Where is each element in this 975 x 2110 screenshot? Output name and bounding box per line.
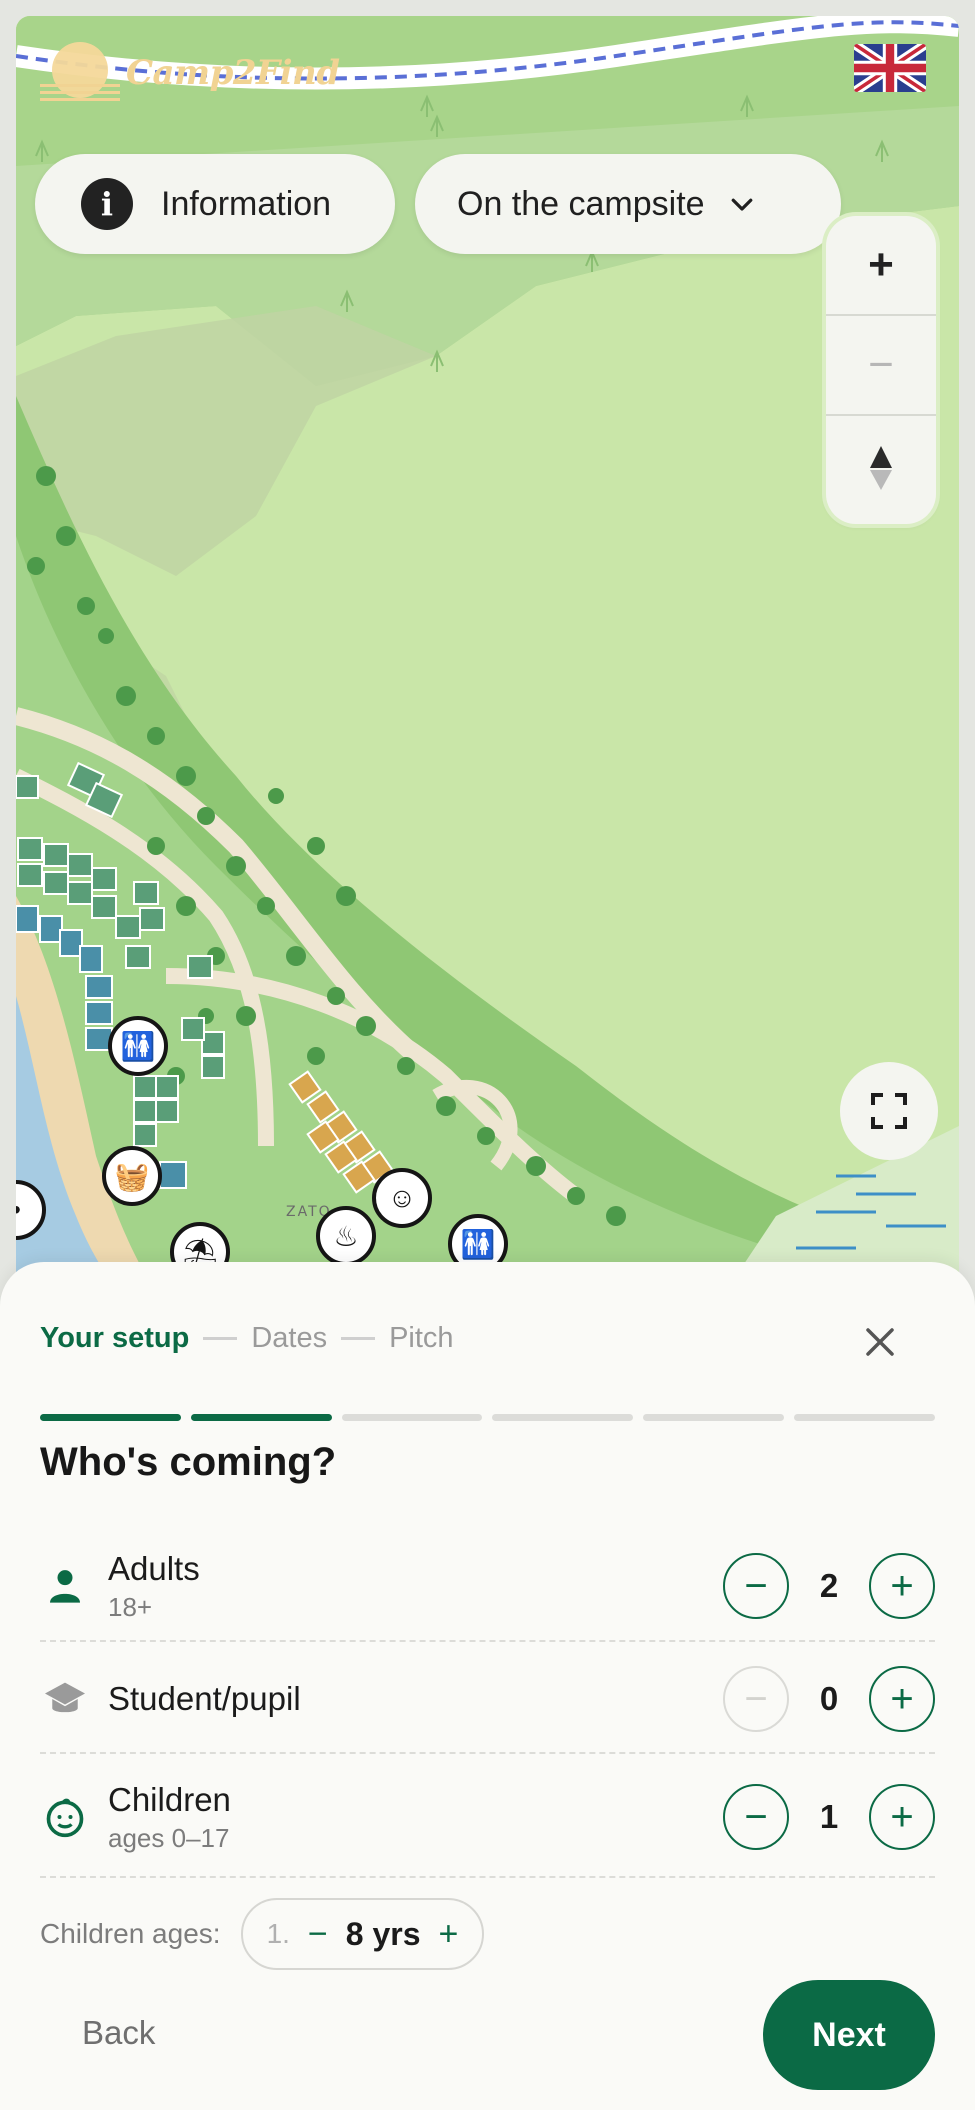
children-decrement-button[interactable]: − xyxy=(723,1784,789,1850)
progress-segment xyxy=(492,1414,634,1421)
guest-row-children: Children ages 0–17 − 1 + xyxy=(40,1760,935,1874)
zoom-out-button[interactable]: − xyxy=(826,316,936,416)
information-button[interactable]: i Information xyxy=(35,154,395,254)
row-divider xyxy=(40,1876,935,1878)
step-separator xyxy=(203,1337,238,1340)
area-dropdown-label: On the campsite xyxy=(457,184,705,223)
compass-button[interactable] xyxy=(826,416,936,520)
graduation-cap-icon xyxy=(40,1674,90,1724)
uk-flag-icon[interactable] xyxy=(854,44,926,92)
child-face-icon xyxy=(40,1792,90,1842)
guest-sublabel: 18+ xyxy=(108,1591,153,1622)
info-icon: i xyxy=(81,178,133,230)
row-divider xyxy=(40,1640,935,1642)
child-age-index: 1. xyxy=(266,1918,290,1949)
guest-label: Adults xyxy=(108,1549,200,1587)
close-icon xyxy=(866,1328,894,1356)
area-dropdown[interactable]: On the campsite xyxy=(415,154,841,254)
children-ages-label: Children ages: xyxy=(40,1918,221,1949)
brand-wordmark: Camp2Find xyxy=(126,53,340,93)
child-age-value: 8 yrs xyxy=(345,1915,421,1952)
brand-logo[interactable]: Camp2Find xyxy=(40,38,340,108)
zoom-in-button[interactable]: + xyxy=(826,216,936,316)
information-label: Information xyxy=(161,184,332,223)
step-pitch[interactable]: Pitch xyxy=(389,1322,453,1355)
progress-segment xyxy=(40,1414,181,1421)
app-root: ZATO 🚻 🧺 ☺ 🚻 ♨ ⛱ • Camp2Find i xyxy=(0,0,975,2110)
children-increment-button[interactable]: + xyxy=(869,1784,935,1850)
progress-segment xyxy=(190,1414,332,1421)
guest-row-student-texts: Student/pupil xyxy=(108,1680,723,1718)
step-separator xyxy=(341,1337,376,1340)
guest-sublabel: ages 0–17 xyxy=(108,1822,230,1853)
map-bbq-poi-icon[interactable]: ♨ xyxy=(316,1206,376,1266)
compass-icon xyxy=(870,446,892,490)
children-stepper: − 1 + xyxy=(723,1784,935,1850)
child-age-decrement-button[interactable]: − xyxy=(308,1915,328,1954)
campsite-map[interactable]: ZATO 🚻 🧺 ☺ 🚻 ♨ ⛱ • Camp2Find i xyxy=(16,16,959,1306)
map-laundry-poi-icon[interactable]: 🧺 xyxy=(102,1146,162,1206)
booking-progress xyxy=(40,1414,935,1421)
student-increment-button[interactable]: + xyxy=(869,1666,935,1732)
guest-row-student: Student/pupil − 0 + xyxy=(40,1648,935,1750)
guest-row-adults: Adults 18+ − 2 + xyxy=(40,1534,935,1638)
step-dates[interactable]: Dates xyxy=(251,1322,327,1355)
student-stepper: − 0 + xyxy=(723,1666,935,1732)
fullscreen-button[interactable] xyxy=(840,1062,938,1160)
student-decrement-button[interactable]: − xyxy=(723,1666,789,1732)
map-kids-poi-icon[interactable]: ☺ xyxy=(372,1168,432,1228)
next-button[interactable]: Next xyxy=(763,1980,935,2090)
row-divider xyxy=(40,1752,935,1754)
close-button[interactable] xyxy=(856,1318,904,1366)
page-title: Who's coming? xyxy=(40,1440,337,1484)
progress-segment xyxy=(794,1414,935,1421)
adults-increment-button[interactable]: + xyxy=(869,1553,935,1619)
guest-row-adults-texts: Adults 18+ xyxy=(108,1550,723,1623)
adults-stepper: − 2 + xyxy=(723,1553,935,1619)
fullscreen-icon xyxy=(871,1093,907,1129)
progress-segment xyxy=(341,1414,483,1421)
map-toilet-poi-icon[interactable]: 🚻 xyxy=(108,1016,168,1076)
guest-label: Children xyxy=(108,1780,231,1818)
progress-segment xyxy=(643,1414,785,1421)
chevron-down-icon xyxy=(731,198,752,211)
person-icon xyxy=(40,1561,90,1611)
adults-decrement-button[interactable]: − xyxy=(723,1553,789,1619)
child-age-stepper: 1. − 8 yrs + xyxy=(240,1898,485,1970)
guest-label: Student/pupil xyxy=(108,1680,301,1717)
back-button[interactable]: Back xyxy=(82,2014,155,2052)
guest-row-children-texts: Children ages 0–17 xyxy=(108,1781,723,1854)
step-your-setup[interactable]: Your setup xyxy=(40,1322,189,1355)
zoom-control: + − xyxy=(826,216,936,524)
student-count: 0 xyxy=(819,1680,839,1717)
children-ages: Children ages: 1. − 8 yrs + xyxy=(40,1898,485,1970)
sun-logo-icon xyxy=(40,38,120,108)
child-age-increment-button[interactable]: + xyxy=(439,1915,459,1954)
booking-steps: Your setup Dates Pitch xyxy=(40,1322,454,1355)
children-count: 1 xyxy=(819,1798,839,1835)
booking-sheet: Your setup Dates Pitch Who's coming? Adu… xyxy=(0,1262,975,2110)
adults-count: 2 xyxy=(819,1567,839,1604)
